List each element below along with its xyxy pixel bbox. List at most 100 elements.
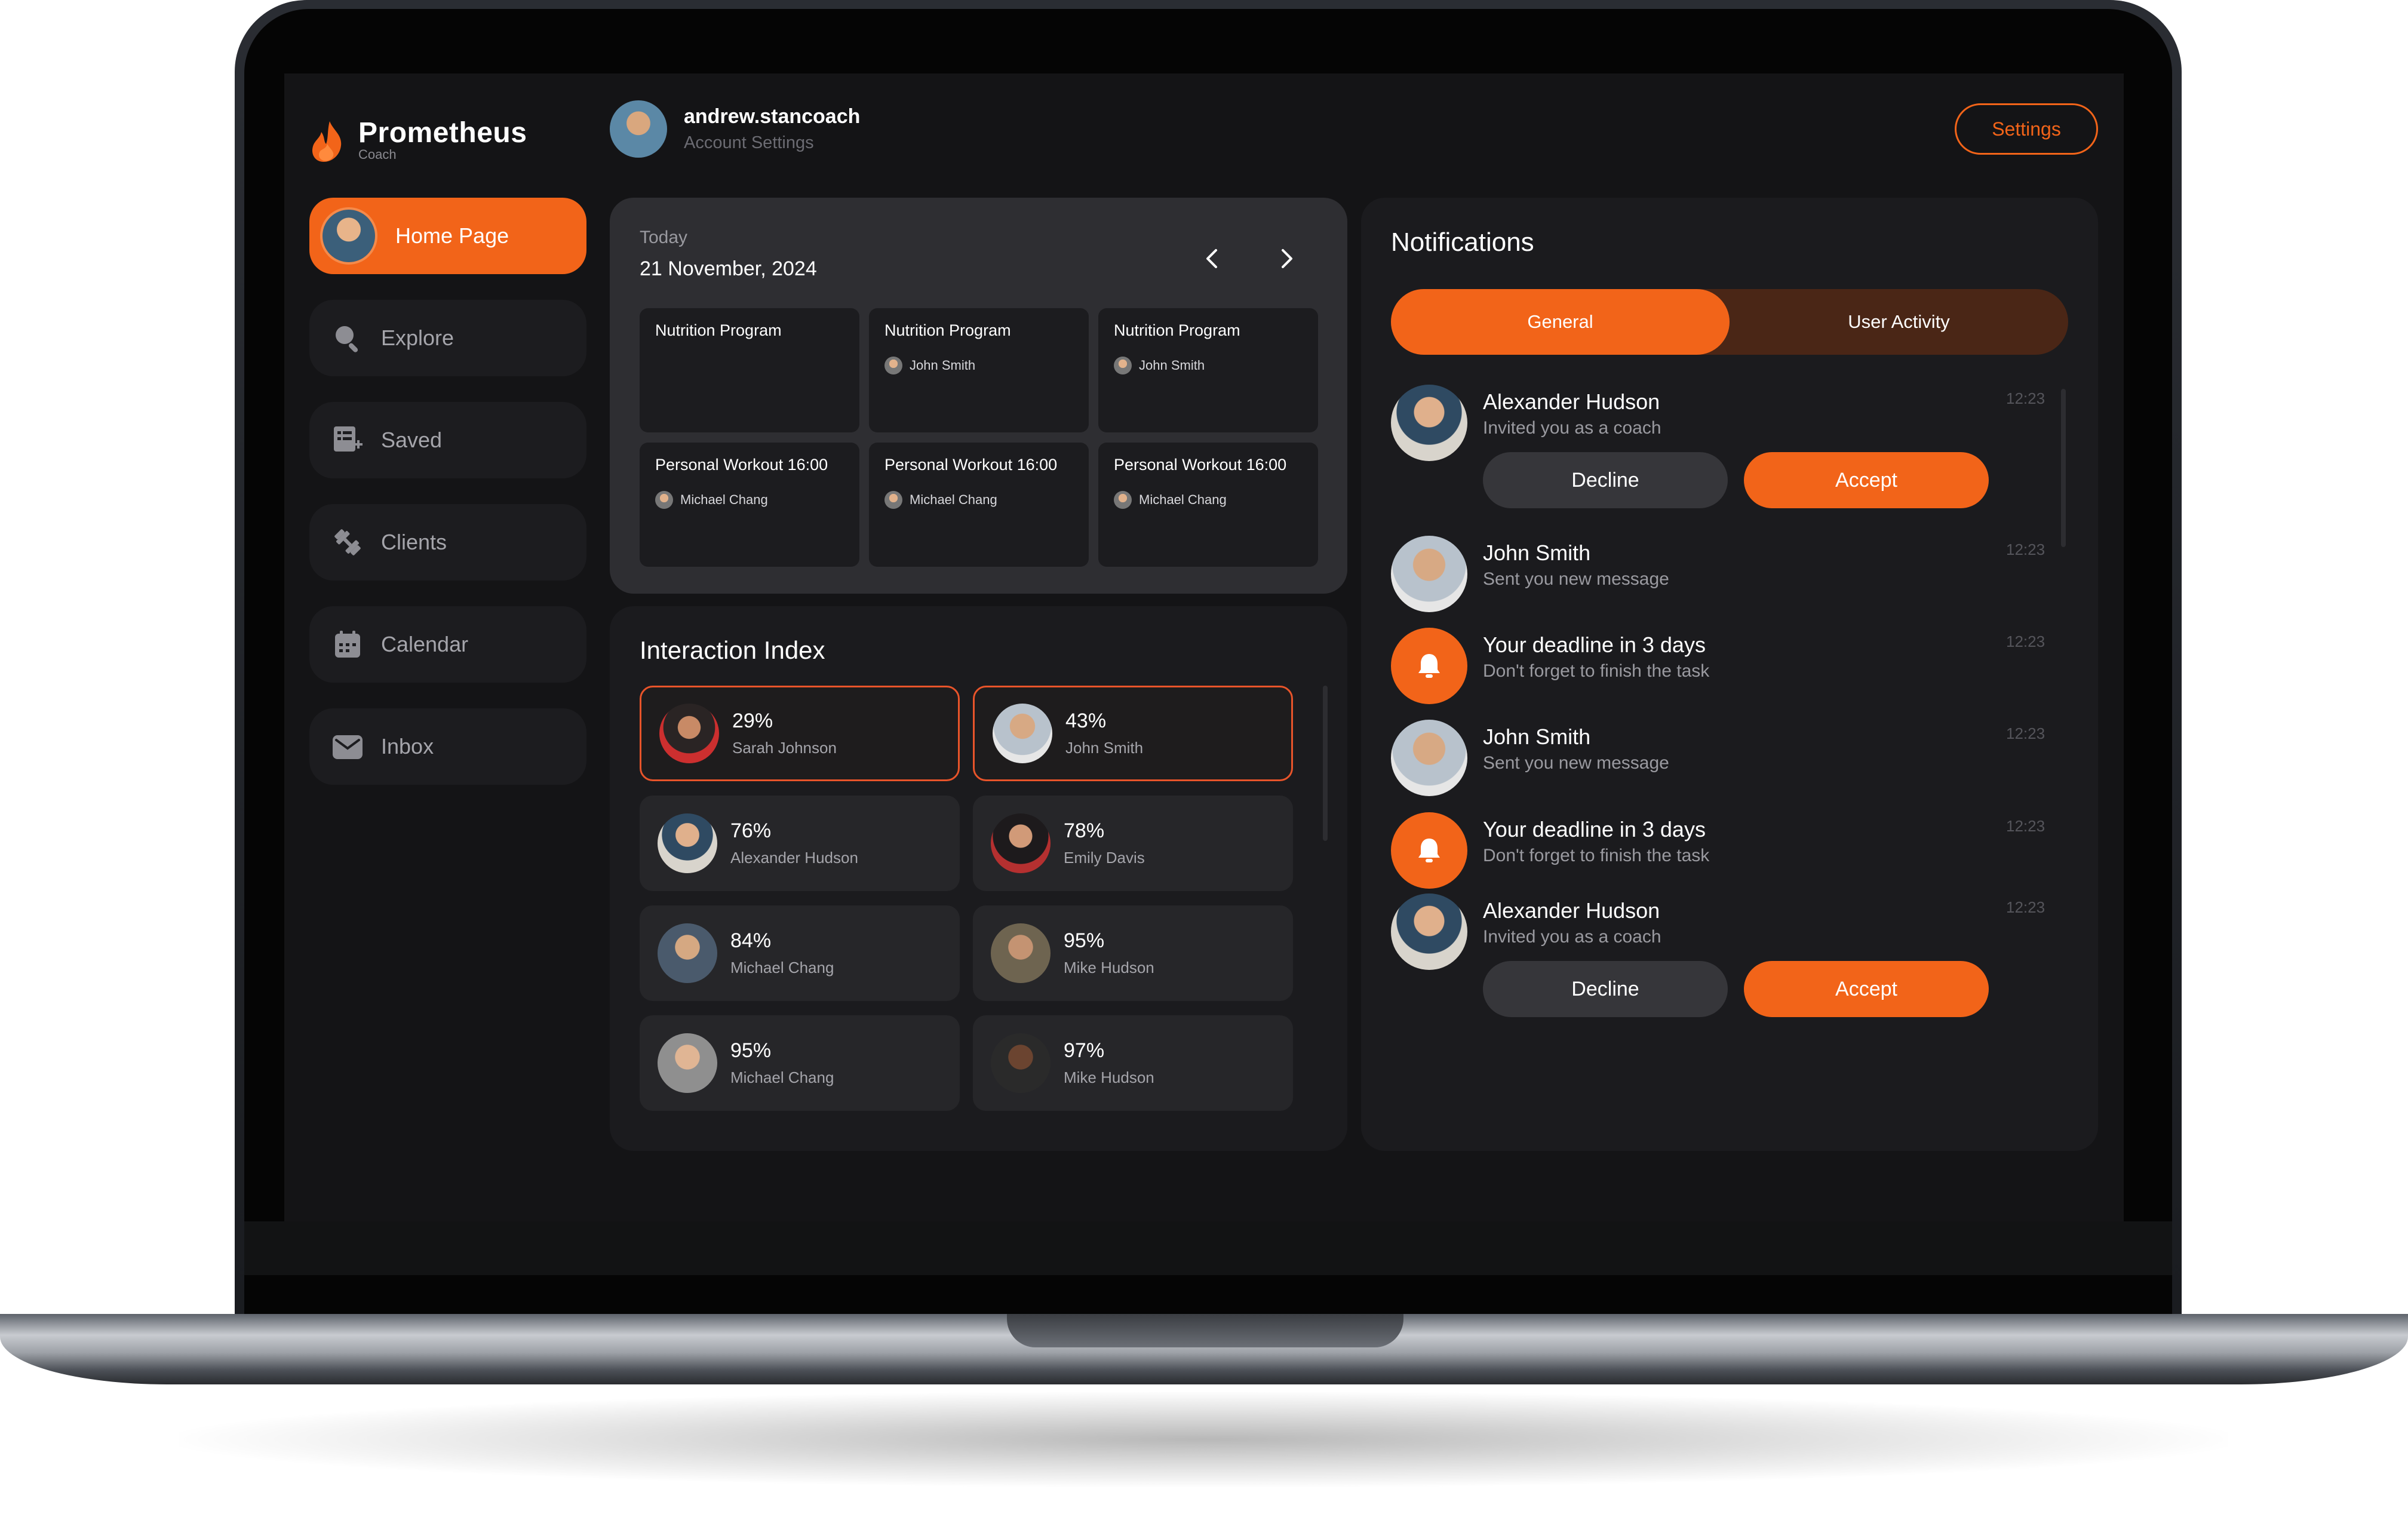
client-name: John Smith [1065,739,1144,757]
schedule-card[interactable]: Nutrition Program John Smith [869,308,1089,432]
avatar [658,923,717,983]
notification-title: Your deadline in 3 days [1483,632,1706,657]
sidebar-item-label: Home Page [395,223,509,248]
accept-button[interactable]: Accept [1744,452,1989,508]
interaction-percent: 76% [730,819,772,842]
scrollbar[interactable] [1323,686,1328,841]
notification-title: John Smith [1483,541,1591,565]
schedule-card-title: Personal Workout 16:00 [655,456,828,474]
notification-time: 12:23 [2006,632,2045,650]
client-card[interactable]: 95% Mike Hudson [973,905,1293,1001]
date-navigation [1193,239,1306,278]
client-card[interactable]: 76% Alexander Hudson [640,796,960,891]
user-name: andrew.stancoach [684,105,861,128]
chevron-left-icon[interactable] [1193,239,1231,278]
schedule-card-person: Michael Chang [655,491,844,509]
avatar [1391,893,1467,970]
sidebar-item-explore[interactable]: Explore [309,300,586,376]
sidebar-item-saved[interactable]: Saved [309,402,586,478]
client-name: Alexander Hudson [730,849,858,867]
account-header[interactable]: andrew.stancoach Account Settings [610,100,860,158]
interaction-grid: 29% Sarah Johnson 43% John Smith 76% Alexan… [640,686,1293,1111]
avatar [659,704,719,763]
client-card[interactable]: 97% Mike Hudson [973,1015,1293,1111]
client-name: Michael Chang [730,959,834,976]
tab-user-activity[interactable]: User Activity [1730,289,2068,355]
mail-icon [331,730,364,763]
schedule-card-title: Nutrition Program [884,321,1011,339]
notification-item[interactable]: Your deadline in 3 days Don't forget to … [1391,812,2048,890]
schedule-card-title: Nutrition Program [1114,321,1240,339]
avatar [991,1033,1051,1093]
schedule-card-title: Nutrition Program [655,321,782,339]
notification-item[interactable]: Your deadline in 3 days Don't forget to … [1391,628,2048,705]
schedule-card[interactable]: Personal Workout 16:00 Michael Chang [640,443,859,567]
person-name: Michael Chang [680,492,768,507]
schedule-card[interactable]: Personal Workout 16:00 Michael Chang [1098,443,1318,567]
sidebar-item-label: Inbox [381,734,434,758]
settings-button[interactable]: Settings [1955,103,2098,155]
flame-icon [312,121,342,162]
client-card[interactable]: 29% Sarah Johnson [640,686,960,781]
schedule-card-title: Personal Workout 16:00 [1114,456,1287,474]
user-avatar [610,100,667,158]
client-card[interactable]: 78% Emily Davis [973,796,1293,891]
notification-item[interactable]: Alexander Hudson Invited you as a coach … [1391,385,2048,510]
interaction-index-panel: Interaction Index 29% Sarah Johnson 43% Jo… [610,606,1347,1151]
tab-general[interactable]: General [1391,289,1730,355]
interaction-percent: 84% [730,929,772,952]
notification-tabs: General User Activity [1391,289,2068,355]
sidebar-item-label: Clients [381,530,447,554]
person-name: Michael Chang [1139,492,1227,507]
brand-logo[interactable]: Prometheus Coach [309,116,527,163]
schedule-card-person: John Smith [1114,357,1303,374]
decline-button[interactable]: Decline [1483,452,1728,508]
interaction-percent: 95% [1064,929,1105,952]
sidebar-item-label: Saved [381,428,443,452]
client-card[interactable]: 84% Michael Chang [640,905,960,1001]
client-name: Mike Hudson [1064,1068,1154,1086]
notification-subtitle: Sent you new message [1483,753,1669,773]
sidebar-item-inbox[interactable]: Inbox [309,708,586,785]
avatar [658,813,717,873]
bell-icon [1391,628,1467,704]
sidebar-item-clients[interactable]: Clients [309,504,586,581]
decline-button[interactable]: Decline [1483,961,1728,1017]
scrollbar[interactable] [2061,389,2066,547]
schedule-card[interactable]: Nutrition Program John Smith [1098,308,1318,432]
client-card[interactable]: 95% Michael Chang [640,1015,960,1111]
notification-item[interactable]: John Smith Sent you new message 12:23 [1391,720,2048,797]
saved-list-icon [331,423,364,457]
notification-subtitle: Don't forget to finish the task [1483,661,1710,681]
schedule-card-title: Personal Workout 16:00 [884,456,1058,474]
notification-item[interactable]: John Smith Sent you new message 12:23 [1391,536,2048,613]
notification-time: 12:23 [2006,817,2045,835]
laptop-notch [1007,1314,1403,1347]
chevron-right-icon[interactable] [1267,239,1306,278]
client-name: Sarah Johnson [732,739,837,757]
schedule-card-person: John Smith [884,357,1073,374]
notification-time: 12:23 [2006,898,2045,916]
sidebar-item-label: Explore [381,325,454,350]
person-name: John Smith [910,358,976,373]
sidebar-item-home-page[interactable]: Home Page [309,198,586,274]
client-card[interactable]: 43% John Smith [973,686,1293,781]
search-icon [331,321,364,355]
person-name: Michael Chang [910,492,997,507]
notification-time: 12:23 [2006,541,2045,558]
app-screen: Prometheus Coach Home Page Explore Saved… [284,73,2124,1221]
interaction-index-title: Interaction Index [640,636,825,664]
avatar [884,491,902,509]
avatar [1391,536,1467,612]
dumbbell-icon [331,526,364,559]
notification-item[interactable]: Alexander Hudson Invited you as a coach … [1391,893,2048,1019]
avatar [1391,385,1467,461]
calendar-icon [331,628,364,661]
schedule-card[interactable]: Personal Workout 16:00 Michael Chang [869,443,1089,567]
schedule-card-person: Michael Chang [1114,491,1303,509]
accept-button[interactable]: Accept [1744,961,1989,1017]
account-settings-link[interactable]: Account Settings [684,133,860,153]
schedule-card[interactable]: Nutrition Program [640,308,859,432]
schedule-grid: Nutrition Program Nutrition Program John… [640,308,1318,567]
sidebar-item-calendar[interactable]: Calendar [309,606,586,683]
